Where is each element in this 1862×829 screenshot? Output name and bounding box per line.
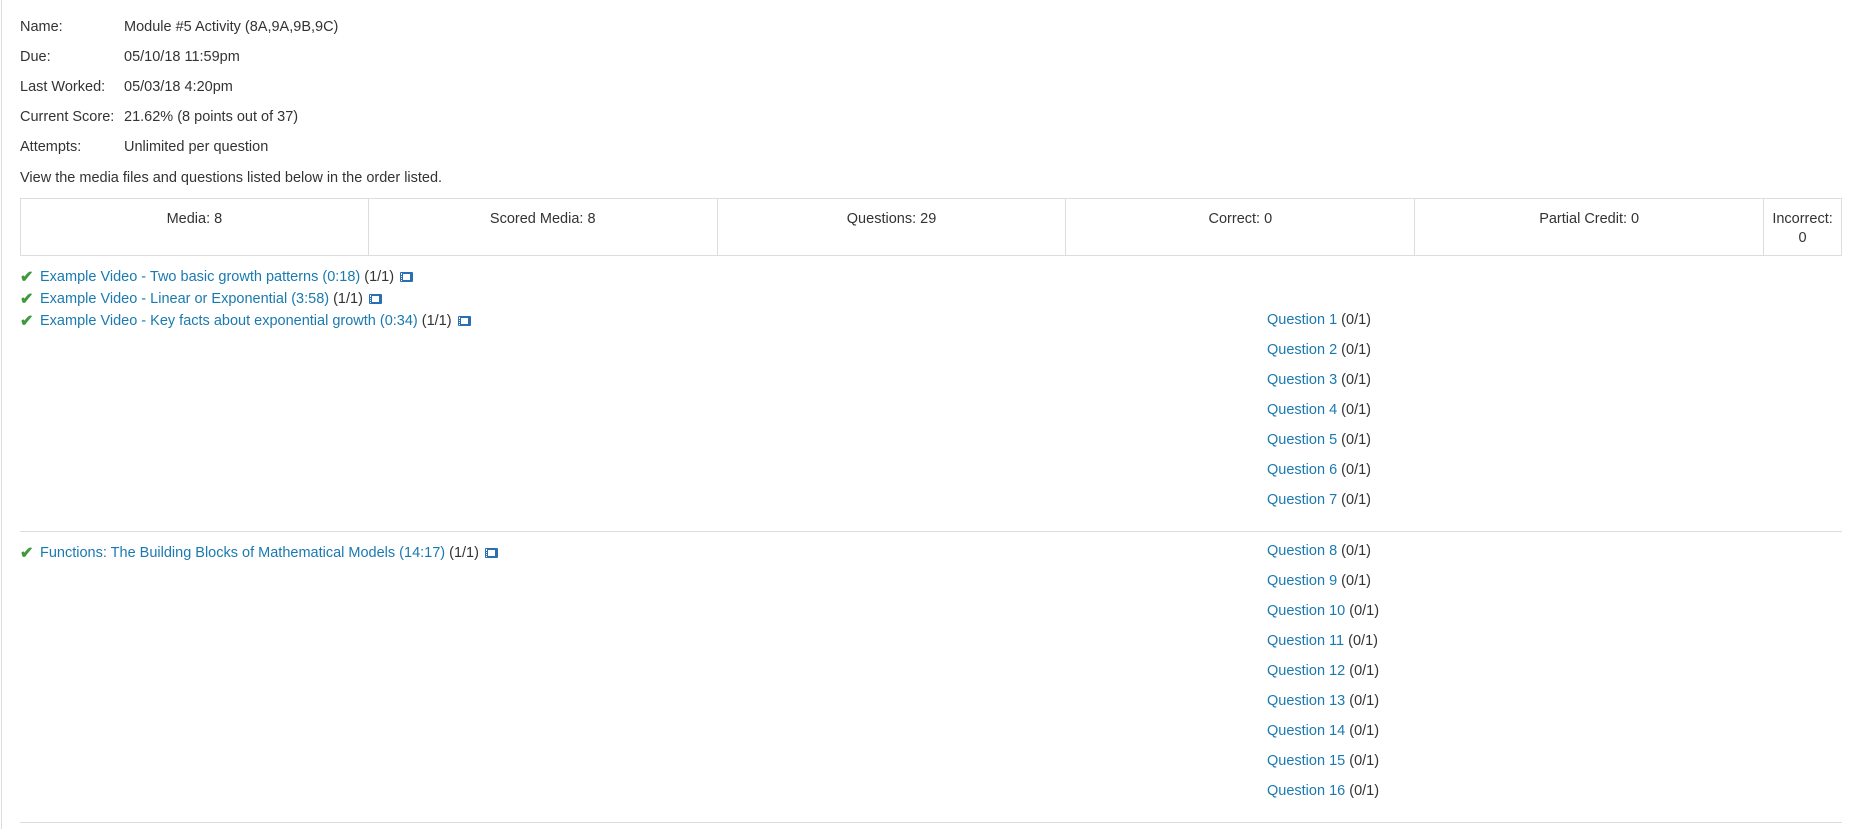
summary-partial-credit: Partial Credit: 0 <box>1415 199 1765 255</box>
info-value: Unlimited per question <box>124 139 269 155</box>
question-link[interactable]: Question 7 <box>1267 492 1337 508</box>
info-row-name: Name: Module #5 Activity (8A,9A,9B,9C) <box>20 19 338 49</box>
question-link[interactable]: Question 11 <box>1267 633 1344 649</box>
summary-scored-media: Scored Media: 8 <box>369 199 718 255</box>
assignment-info: Name: Module #5 Activity (8A,9A,9B,9C) D… <box>20 19 338 169</box>
question-item: Question 5 (0/1) <box>1267 432 1371 448</box>
question-item: Question 6 (0/1) <box>1267 462 1371 478</box>
media-item: ✔ Example Video - Two basic growth patte… <box>20 267 414 287</box>
question-score: (0/1) <box>1341 492 1371 508</box>
question-score: (0/1) <box>1341 372 1371 388</box>
summary-table: Media: 8 Scored Media: 8 Questions: 29 C… <box>20 198 1842 256</box>
question-score: (0/1) <box>1341 462 1371 478</box>
media-score: (1/1) <box>364 269 395 285</box>
question-item: Question 12 (0/1) <box>1267 663 1379 679</box>
film-icon <box>484 548 498 558</box>
summary-incorrect-label: Incorrect: <box>1772 211 1833 227</box>
question-item: Question 7 (0/1) <box>1267 492 1371 508</box>
check-icon: ✔ <box>20 545 34 562</box>
summary-questions: Questions: 29 <box>718 199 1067 255</box>
question-link[interactable]: Question 9 <box>1267 573 1337 589</box>
question-link[interactable]: Question 13 <box>1267 693 1345 709</box>
question-score: (0/1) <box>1349 723 1380 739</box>
question-link[interactable]: Question 5 <box>1267 432 1337 448</box>
question-score: (0/1) <box>1341 342 1371 358</box>
question-score: (0/1) <box>1341 543 1371 559</box>
question-link[interactable]: Question 12 <box>1267 663 1345 679</box>
section-divider <box>20 531 1842 532</box>
info-label: Last Worked: <box>20 79 106 95</box>
question-item: Question 3 (0/1) <box>1267 372 1371 388</box>
question-score: (0/1) <box>1349 603 1380 619</box>
question-item: Question 13 (0/1) <box>1267 693 1379 709</box>
info-row-current-score: Current Score: 21.62% (8 points out of 3… <box>20 109 338 139</box>
film-icon <box>368 294 382 304</box>
instructions-text: View the media files and questions liste… <box>20 170 443 186</box>
question-item: Question 4 (0/1) <box>1267 402 1371 418</box>
info-label: Current Score: <box>20 109 115 125</box>
section-divider <box>20 822 1842 823</box>
question-item: Question 8 (0/1) <box>1267 543 1371 559</box>
info-row-last-worked: Last Worked: 05/03/18 4:20pm <box>20 79 338 109</box>
question-link[interactable]: Question 2 <box>1267 342 1337 358</box>
question-item: Question 16 (0/1) <box>1267 783 1379 799</box>
question-link[interactable]: Question 1 <box>1267 312 1337 328</box>
info-label: Due: <box>20 49 51 65</box>
question-item: Question 2 (0/1) <box>1267 342 1371 358</box>
info-label: Name: <box>20 19 63 35</box>
info-row-attempts: Attempts: Unlimited per question <box>20 139 338 169</box>
question-score: (0/1) <box>1349 753 1380 769</box>
question-score: (0/1) <box>1348 633 1378 649</box>
film-icon <box>457 316 471 326</box>
question-score: (0/1) <box>1349 783 1380 799</box>
media-item: ✔ Functions: The Building Blocks of Math… <box>20 543 498 563</box>
info-value: Module #5 Activity (8A,9A,9B,9C) <box>124 19 339 35</box>
info-value: 21.62% (8 points out of 37) <box>124 109 299 125</box>
media-link[interactable]: Functions: The Building Blocks of Mathem… <box>40 545 445 561</box>
info-value: 05/10/18 11:59pm <box>124 49 240 65</box>
media-link[interactable]: Example Video - Linear or Exponential (3… <box>40 291 329 307</box>
check-icon: ✔ <box>20 313 34 330</box>
question-link[interactable]: Question 8 <box>1267 543 1337 559</box>
question-link[interactable]: Question 10 <box>1267 603 1345 619</box>
question-score: (0/1) <box>1341 573 1371 589</box>
question-item: Question 9 (0/1) <box>1267 573 1371 589</box>
summary-incorrect: Incorrect: 0 <box>1764 199 1841 255</box>
media-score: (1/1) <box>421 313 452 329</box>
question-score: (0/1) <box>1341 312 1371 328</box>
question-item: Question 1 (0/1) <box>1267 312 1371 328</box>
question-link[interactable]: Question 16 <box>1267 783 1345 799</box>
question-score: (0/1) <box>1341 402 1371 418</box>
page-left-border <box>1 0 2 829</box>
question-link[interactable]: Question 3 <box>1267 372 1337 388</box>
question-score: (0/1) <box>1349 693 1380 709</box>
media-score: (1/1) <box>333 291 363 307</box>
summary-media: Media: 8 <box>21 199 369 255</box>
media-link[interactable]: Example Video - Key facts about exponent… <box>40 313 418 329</box>
media-score: (1/1) <box>449 545 479 561</box>
question-link[interactable]: Question 4 <box>1267 402 1337 418</box>
info-value: 05/03/18 4:20pm <box>124 79 233 95</box>
question-link[interactable]: Question 6 <box>1267 462 1337 478</box>
check-icon: ✔ <box>20 269 34 286</box>
question-score: (0/1) <box>1349 663 1380 679</box>
question-item: Question 11 (0/1) <box>1267 633 1378 649</box>
summary-correct: Correct: 0 <box>1066 199 1416 255</box>
question-item: Question 14 (0/1) <box>1267 723 1379 739</box>
media-link[interactable]: Example Video - Two basic growth pattern… <box>40 269 360 285</box>
info-row-due: Due: 05/10/18 11:59pm <box>20 49 338 79</box>
media-item: ✔ Example Video - Key facts about expone… <box>20 311 471 331</box>
film-icon <box>400 272 414 282</box>
check-icon: ✔ <box>20 291 34 308</box>
question-score: (0/1) <box>1341 432 1371 448</box>
question-link[interactable]: Question 14 <box>1267 723 1345 739</box>
info-label: Attempts: <box>20 139 82 155</box>
question-item: Question 10 (0/1) <box>1267 603 1379 619</box>
question-link[interactable]: Question 15 <box>1267 753 1345 769</box>
question-item: Question 15 (0/1) <box>1267 753 1379 769</box>
summary-incorrect-value: 0 <box>1798 230 1807 246</box>
media-item: ✔ Example Video - Linear or Exponential … <box>20 289 382 309</box>
